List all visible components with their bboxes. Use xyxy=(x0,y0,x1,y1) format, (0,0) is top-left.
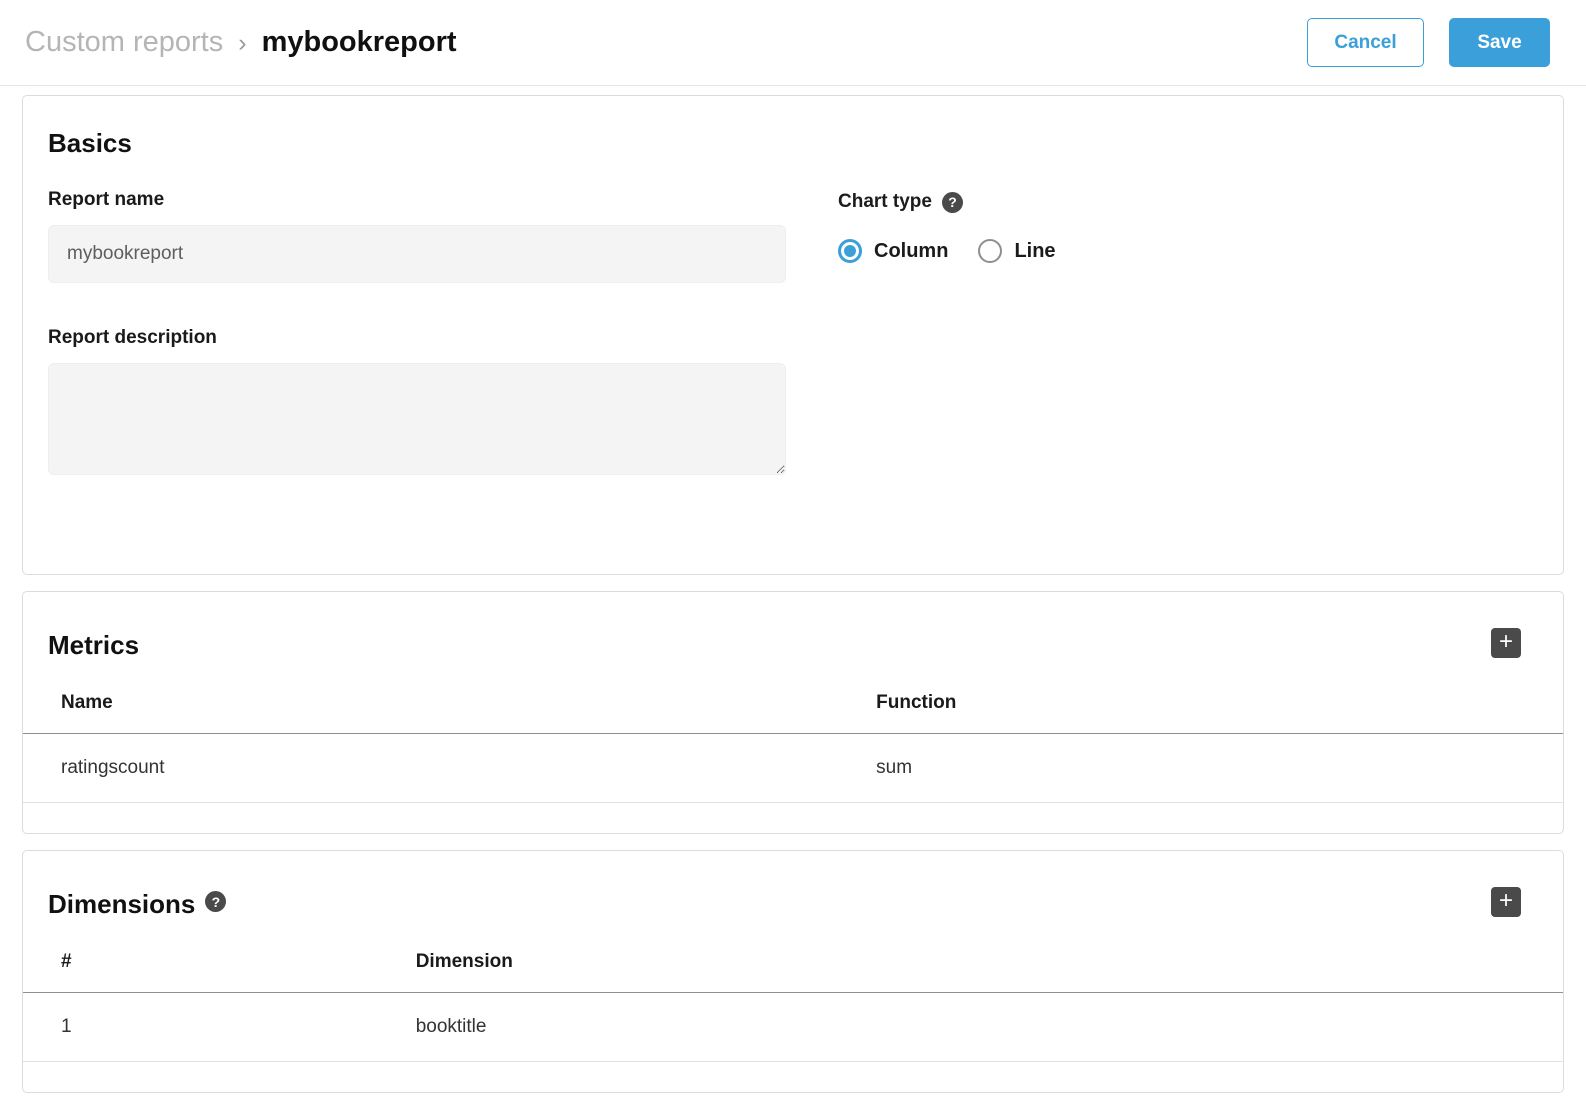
metric-function-cell: sum xyxy=(876,734,1563,803)
chart-type-section: Chart type ? Column Line xyxy=(838,189,1056,480)
metrics-header-row: Name Function xyxy=(23,673,1563,734)
metrics-table: Name Function ratingscount sum xyxy=(23,673,1563,803)
basics-left-column: Report name Report description xyxy=(48,189,788,480)
report-name-input[interactable] xyxy=(48,225,786,283)
dimensions-card: Dimensions ? + # Dimension 1 booktitle xyxy=(22,850,1564,1093)
header-actions: Cancel Save xyxy=(1307,18,1550,67)
breadcrumb-custom-reports[interactable]: Custom reports xyxy=(25,26,223,59)
dimensions-table: # Dimension 1 booktitle xyxy=(23,932,1563,1062)
radio-line-circle-icon xyxy=(978,239,1002,263)
breadcrumb-current-report: mybookreport xyxy=(262,26,457,59)
basics-card: Basics Report name Report description Ch… xyxy=(22,95,1564,575)
radio-column-circle-icon xyxy=(838,239,862,263)
metrics-title: Metrics xyxy=(48,630,139,661)
custom-report-editor: Custom reports › mybookreport Cancel Sav… xyxy=(0,0,1586,1093)
radio-column-label: Column xyxy=(874,240,948,263)
dimension-name-cell: booktitle xyxy=(416,993,1563,1062)
report-description-label: Report description xyxy=(48,327,788,349)
basics-title: Basics xyxy=(48,128,1538,159)
save-button[interactable]: Save xyxy=(1449,18,1550,67)
metrics-card: Metrics + Name Function ratingscount sum xyxy=(22,591,1564,834)
dimensions-col-number: # xyxy=(23,932,416,993)
chart-type-options: Column Line xyxy=(838,239,1056,263)
breadcrumb: Custom reports › mybookreport xyxy=(25,26,457,59)
dimensions-header-row: # Dimension xyxy=(23,932,1563,993)
table-row[interactable]: 1 booktitle xyxy=(23,993,1563,1062)
basics-grid: Report name Report description Chart typ… xyxy=(48,189,1538,480)
dimension-number-cell: 1 xyxy=(23,993,416,1062)
radio-line-label: Line xyxy=(1014,240,1055,263)
metric-name-cell: ratingscount xyxy=(23,734,876,803)
add-metric-button[interactable]: + xyxy=(1491,628,1521,658)
report-name-label: Report name xyxy=(48,189,788,211)
top-bar: Custom reports › mybookreport Cancel Sav… xyxy=(0,0,1586,86)
metrics-col-function: Function xyxy=(876,673,1563,734)
add-dimension-button[interactable]: + xyxy=(1491,887,1521,917)
radio-column[interactable]: Column xyxy=(838,239,948,263)
help-icon[interactable]: ? xyxy=(205,891,226,912)
chart-type-label: Chart type xyxy=(838,191,932,213)
report-description-textarea[interactable] xyxy=(48,363,786,475)
metrics-col-name: Name xyxy=(23,673,876,734)
radio-line[interactable]: Line xyxy=(978,239,1055,263)
cancel-button[interactable]: Cancel xyxy=(1307,18,1424,67)
dimensions-col-dimension: Dimension xyxy=(416,932,1563,993)
table-row[interactable]: ratingscount sum xyxy=(23,734,1563,803)
dimensions-title: Dimensions xyxy=(48,889,195,920)
chevron-right-icon: › xyxy=(238,27,246,58)
help-icon[interactable]: ? xyxy=(942,192,963,213)
